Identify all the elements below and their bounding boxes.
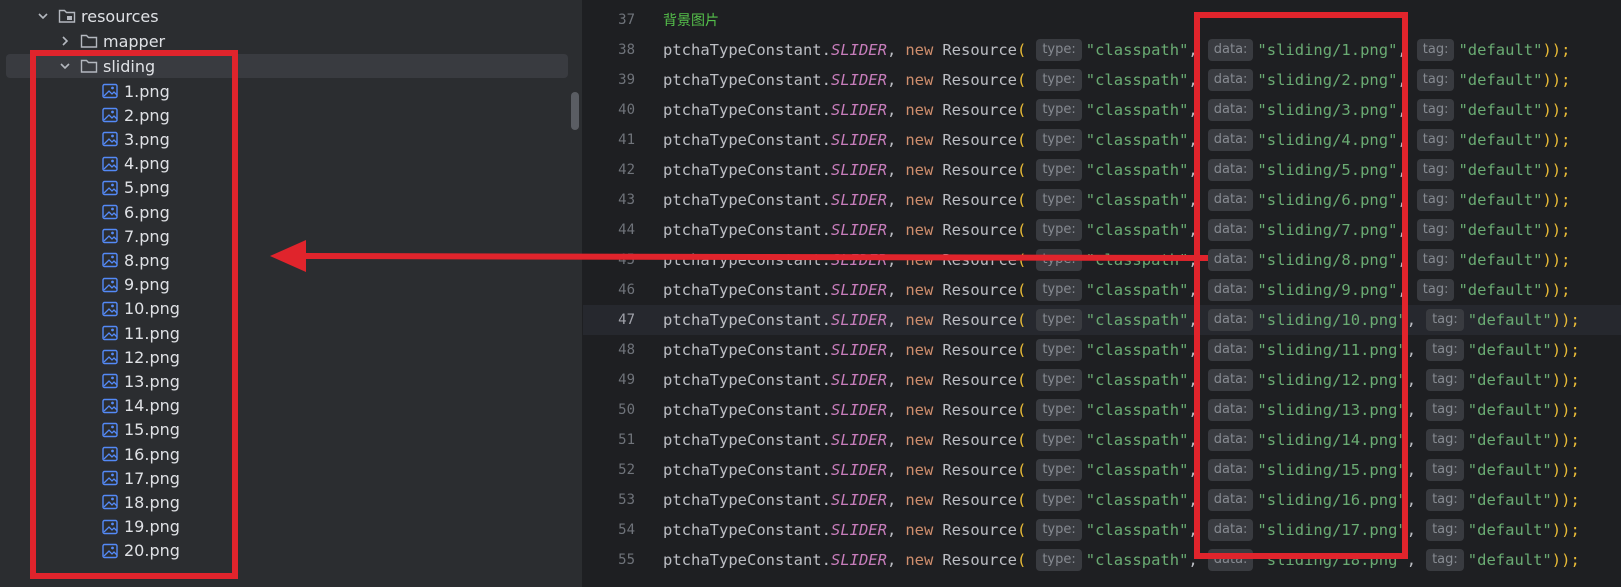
annotation-arrow (270, 240, 1209, 272)
